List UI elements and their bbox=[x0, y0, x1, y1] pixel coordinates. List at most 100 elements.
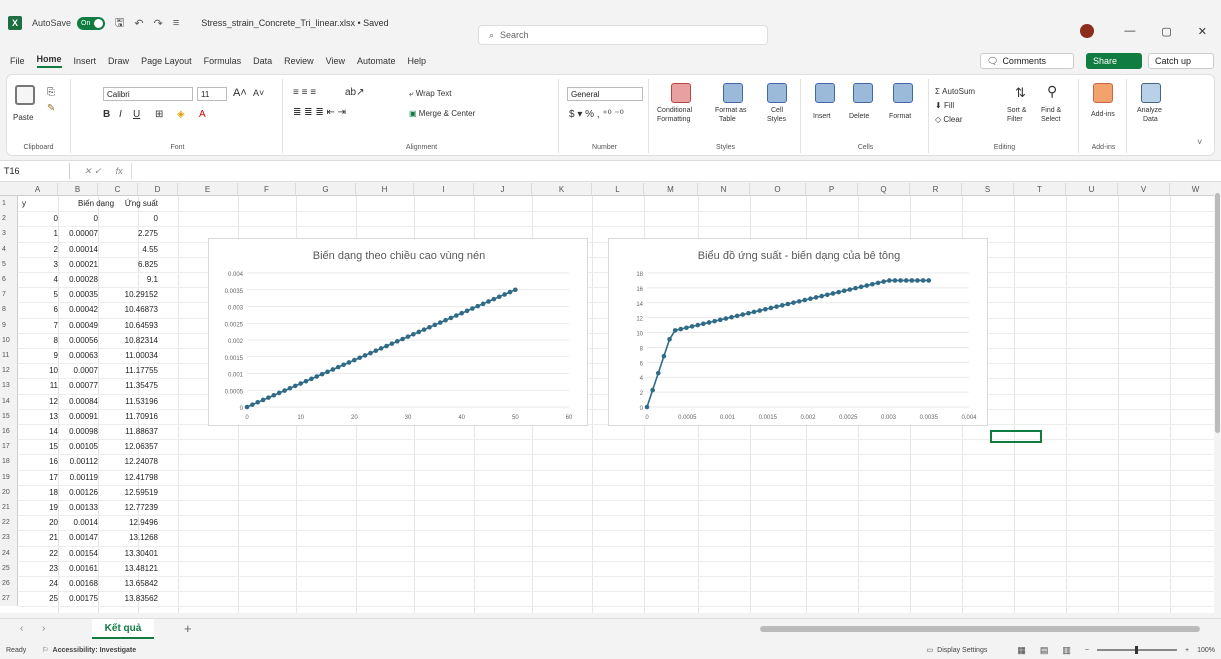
page-layout-icon[interactable]: ▤ bbox=[1040, 645, 1049, 656]
cell[interactable]: 12.06357 bbox=[98, 439, 158, 454]
cell[interactable]: 13.1268 bbox=[98, 530, 158, 545]
cell[interactable]: 13.65842 bbox=[98, 576, 158, 591]
selected-cell[interactable] bbox=[990, 430, 1042, 443]
column-header-W[interactable]: W bbox=[1170, 183, 1214, 196]
row-header-24[interactable]: 24 bbox=[0, 545, 18, 561]
column-header-S[interactable]: S bbox=[962, 183, 1014, 196]
column-header-K[interactable]: K bbox=[532, 183, 592, 196]
redo-icon[interactable]: ↷ bbox=[154, 17, 163, 30]
cell[interactable]: 11 bbox=[18, 378, 58, 393]
cell[interactable]: 10.29152 bbox=[98, 287, 158, 302]
chart-strain-height[interactable]: Biến dạng theo chiều cao vùng nén 0 0.0005… bbox=[208, 238, 588, 426]
cell[interactable]: 10 bbox=[18, 363, 58, 378]
zoom-in-icon[interactable]: + bbox=[1185, 647, 1189, 654]
column-header-P[interactable]: P bbox=[806, 183, 858, 196]
cell[interactable]: 18 bbox=[18, 485, 58, 500]
page-break-icon[interactable]: ▥ bbox=[1062, 645, 1071, 656]
column-header-R[interactable]: R bbox=[910, 183, 962, 196]
menu-review[interactable]: Review bbox=[284, 56, 314, 66]
borders-icon[interactable]: ⊞ bbox=[155, 109, 163, 120]
row-header-8[interactable]: 8 bbox=[0, 302, 18, 318]
cell[interactable]: 8 bbox=[18, 333, 58, 348]
chart-stress-strain[interactable]: Biểu đồ ứng suất - biến dạng của bê tông… bbox=[608, 238, 988, 426]
column-header-C[interactable]: C bbox=[98, 183, 138, 196]
menu-home[interactable]: Home bbox=[36, 54, 62, 68]
column-header-J[interactable]: J bbox=[474, 183, 532, 196]
delete-cells-icon[interactable] bbox=[853, 83, 873, 103]
vertical-scrollbar[interactable] bbox=[1214, 183, 1221, 618]
menu-file[interactable]: File bbox=[10, 56, 25, 66]
cell[interactable]: 0.00042 bbox=[58, 302, 98, 317]
align-left-icon[interactable]: ≣ ≣ ≣ ⇤ ⇥ bbox=[293, 107, 346, 118]
cell[interactable]: 0.00014 bbox=[58, 242, 98, 257]
avatar[interactable] bbox=[1080, 24, 1095, 38]
row-header-23[interactable]: 23 bbox=[0, 530, 18, 546]
cell[interactable]: 5 bbox=[18, 287, 58, 302]
cell[interactable]: y bbox=[22, 196, 58, 211]
scroll-thumb[interactable] bbox=[1215, 193, 1220, 433]
row-header-20[interactable]: 20 bbox=[0, 484, 18, 500]
row-header-4[interactable]: 4 bbox=[0, 241, 18, 257]
row-header-27[interactable]: 27 bbox=[0, 591, 18, 607]
number-format-select[interactable]: General bbox=[567, 87, 643, 101]
grow-font-icon[interactable]: A˄ bbox=[233, 87, 247, 99]
cell[interactable]: 0 bbox=[98, 211, 158, 226]
row-header-21[interactable]: 21 bbox=[0, 500, 18, 516]
cell[interactable]: 9 bbox=[18, 348, 58, 363]
cell[interactable]: 0.00063 bbox=[58, 348, 98, 363]
row-header-2[interactable]: 2 bbox=[0, 211, 18, 227]
cell[interactable]: 10.46873 bbox=[98, 302, 158, 317]
cell[interactable]: 0.00098 bbox=[58, 424, 98, 439]
cell[interactable]: 13.48121 bbox=[98, 561, 158, 576]
find-select-icon[interactable]: ⚲ bbox=[1047, 83, 1057, 100]
cell[interactable]: 7 bbox=[18, 318, 58, 333]
wrap-text-button[interactable]: ⤶ Wrap Text bbox=[409, 89, 451, 99]
cell[interactable]: 14 bbox=[18, 424, 58, 439]
undo-icon[interactable]: ↶ bbox=[134, 17, 143, 30]
menu-data[interactable]: Data bbox=[253, 56, 272, 66]
cell-styles-icon[interactable] bbox=[767, 83, 787, 103]
save-icon[interactable]: 🖫 bbox=[115, 14, 124, 33]
cell[interactable]: 4 bbox=[18, 272, 58, 287]
insert-function-icon[interactable]: fx bbox=[116, 166, 123, 176]
cell[interactable]: 0 bbox=[18, 211, 58, 226]
display-settings[interactable]: Display Settings bbox=[937, 647, 987, 654]
cell[interactable]: 10.64593 bbox=[98, 318, 158, 333]
row-header-6[interactable]: 6 bbox=[0, 272, 18, 288]
row-header-1[interactable]: 1 bbox=[0, 196, 18, 212]
cell[interactable]: 12 bbox=[18, 394, 58, 409]
cell[interactable]: Biến dạng bbox=[78, 196, 118, 211]
cell[interactable]: 0.00084 bbox=[58, 394, 98, 409]
column-header-I[interactable]: I bbox=[414, 183, 474, 196]
row-header-16[interactable]: 16 bbox=[0, 424, 18, 440]
column-header-B[interactable]: B bbox=[58, 183, 98, 196]
cell[interactable]: 10.82314 bbox=[98, 333, 158, 348]
horizontal-scrollbar[interactable] bbox=[760, 626, 1200, 632]
shrink-font-icon[interactable]: A˅ bbox=[253, 88, 264, 98]
row-header-12[interactable]: 12 bbox=[0, 363, 18, 379]
paste-icon[interactable] bbox=[15, 85, 35, 105]
restore-icon[interactable]: ▢ bbox=[1161, 25, 1171, 38]
prev-sheet-icon[interactable]: ‹ bbox=[20, 623, 23, 634]
row-header-7[interactable]: 7 bbox=[0, 287, 18, 303]
cell[interactable]: 24 bbox=[18, 576, 58, 591]
normal-view-icon[interactable]: ▦ bbox=[1017, 645, 1026, 656]
row-header-15[interactable]: 15 bbox=[0, 408, 18, 424]
search-input[interactable]: ⌕ Search bbox=[478, 25, 768, 45]
cell[interactable]: 0.00112 bbox=[58, 454, 98, 469]
comments-button[interactable]: 🗨 Comments bbox=[980, 53, 1074, 69]
cancel-icon[interactable]: ✕ ✓ bbox=[84, 166, 102, 177]
column-header-E[interactable]: E bbox=[178, 183, 238, 196]
cell[interactable]: 4.55 bbox=[98, 242, 158, 257]
cell[interactable]: 12.59519 bbox=[98, 485, 158, 500]
menu-automate[interactable]: Automate bbox=[357, 56, 396, 66]
cell[interactable]: 3 bbox=[18, 257, 58, 272]
format-as-table-icon[interactable] bbox=[723, 83, 743, 103]
share-button[interactable]: Share bbox=[1086, 53, 1142, 69]
row-header-9[interactable]: 9 bbox=[0, 317, 18, 333]
zoom-slider[interactable] bbox=[1097, 646, 1177, 654]
fill-button[interactable]: ⬇ Fill bbox=[935, 101, 954, 110]
minimize-icon[interactable]: — bbox=[1124, 25, 1135, 37]
column-header-D[interactable]: D bbox=[138, 183, 178, 196]
cell[interactable]: 11.53196 bbox=[98, 394, 158, 409]
